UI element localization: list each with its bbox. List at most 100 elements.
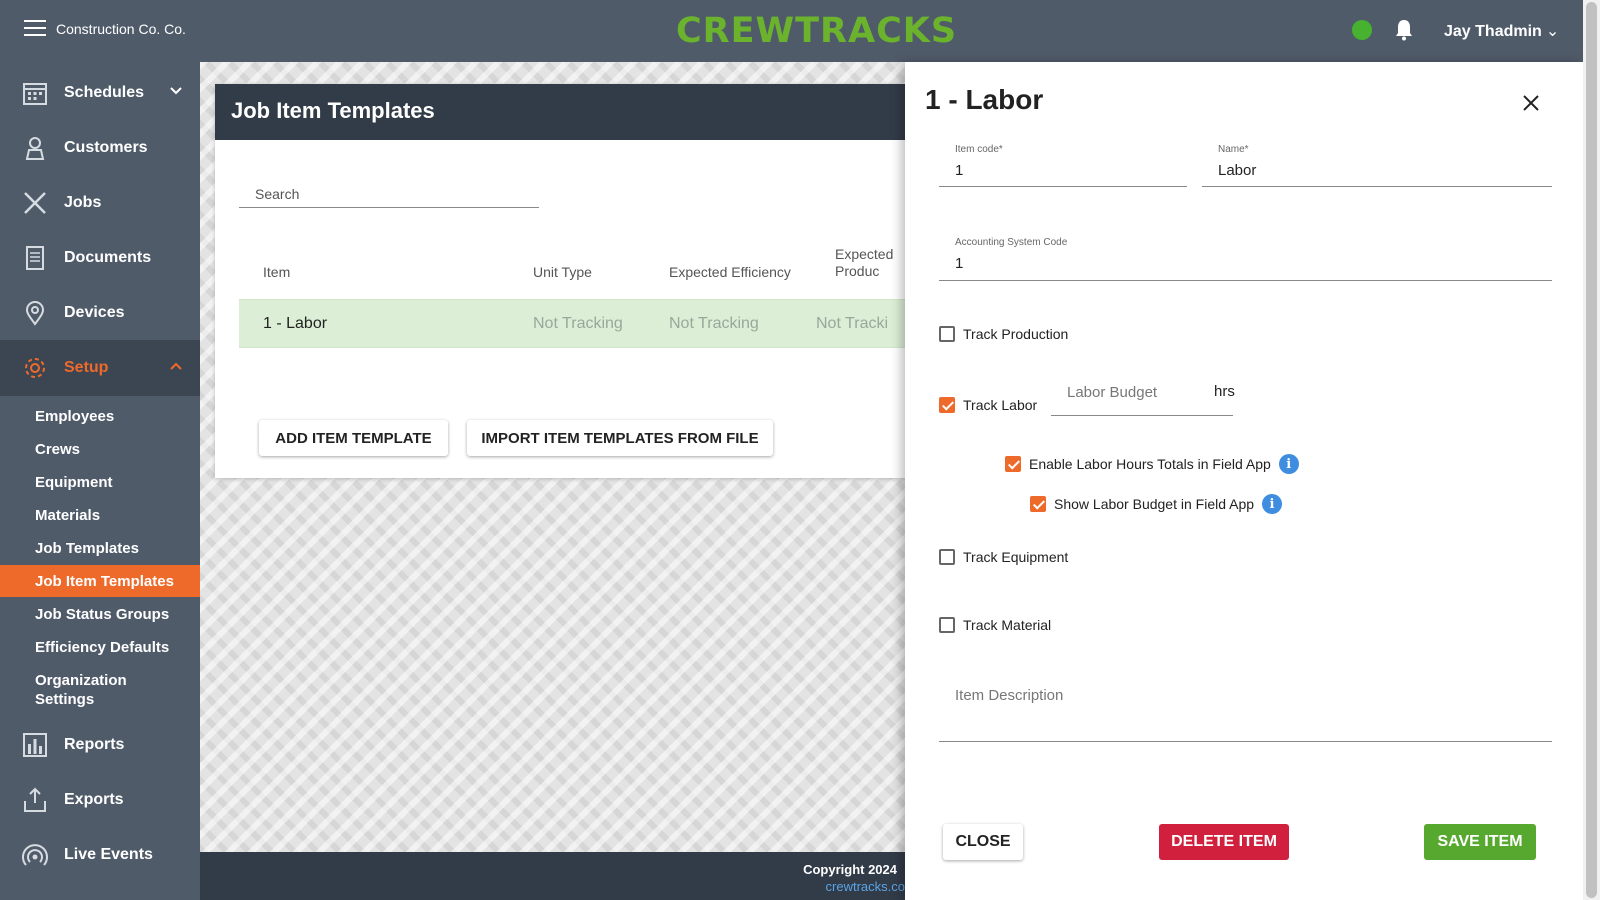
info-icon[interactable]: i (1262, 494, 1283, 514)
item-code-field[interactable]: Item code* 1 (939, 134, 1187, 187)
table-row[interactable]: 1 - Labor Not Tracking Not Tracking Not … (239, 299, 905, 348)
sidebar-item-label: Exports (64, 791, 124, 808)
sidebar-item-label: Reports (64, 736, 125, 753)
sidebar-subitem-job-templates[interactable]: Job Templates (0, 532, 200, 564)
sidebar-item-setup[interactable]: Setup (0, 340, 200, 396)
item-code-label: Item code* (955, 144, 1003, 155)
chevron-down-icon (170, 87, 182, 95)
track-labor-checkbox[interactable]: Track Labor (939, 397, 1037, 413)
copyright-text: Copyright 2024 (803, 862, 897, 877)
show-labor-budget-checkbox[interactable]: Show Labor Budget in Field App i (1030, 494, 1283, 514)
sidebar-item-label: Setup (64, 359, 109, 376)
sidebar-item-label: Customers (64, 139, 148, 156)
info-icon[interactable]: i (1278, 454, 1299, 474)
crewtracks-logo: CREWTRACKS (676, 11, 958, 51)
cell-expected-production: Not Tracki (816, 315, 889, 332)
broadcast-icon (22, 844, 48, 866)
job-item-templates-card: Job Item Templates Search Item Unit Type… (215, 84, 905, 478)
close-button[interactable]: CLOSE (943, 824, 1023, 860)
cell-expected-efficiency: Not Tracking (669, 315, 759, 332)
track-material-label: Track Material (963, 617, 1052, 633)
drawer-title: 1 - Labor (925, 84, 1044, 115)
track-material-checkbox[interactable]: Track Material (939, 617, 1051, 633)
footer: Copyright 2024 crewtracks.co (200, 852, 905, 900)
import-item-templates-button[interactable]: IMPORT ITEM TEMPLATES FROM FILE (467, 420, 773, 456)
sidebar-item-label: Live Events (64, 846, 153, 863)
accounting-system-code-value: 1 (955, 255, 964, 272)
delete-item-button[interactable]: DELETE ITEM (1159, 824, 1289, 860)
scrollbar-thumb[interactable] (1586, 2, 1597, 898)
location-pin-icon (25, 301, 45, 326)
sidebar-subitem-employees[interactable]: Employees (0, 400, 200, 432)
customer-icon (25, 137, 45, 160)
column-header-expected-production[interactable]: Expected Produc (835, 246, 905, 290)
sidebar-subitem-job-item-templates[interactable]: Job Item Templates (0, 565, 200, 597)
sidebar-subitem-job-status-groups[interactable]: Job Status Groups (0, 598, 200, 630)
checkbox-unchecked (939, 326, 955, 342)
checkbox-checked (1005, 456, 1021, 472)
sidebar-item-label: Documents (64, 249, 152, 266)
crewtracks-link[interactable]: crewtracks.co (826, 879, 905, 894)
track-equipment-label: Track Equipment (963, 549, 1069, 565)
sidebar-item-documents[interactable]: Documents (0, 230, 200, 286)
add-item-template-button[interactable]: ADD ITEM TEMPLATE (259, 420, 448, 456)
sidebar-item-schedules[interactable]: Schedules (0, 65, 200, 121)
sidebar-item-reports[interactable]: Reports (0, 717, 200, 773)
calendar-icon (23, 83, 47, 105)
sidebar-subitem-crews[interactable]: Crews (0, 433, 200, 465)
sidebar-item-exports[interactable]: Exports (0, 772, 200, 828)
checkbox-unchecked (939, 549, 955, 565)
close-icon[interactable] (1522, 94, 1540, 112)
cell-item: 1 - Labor (263, 315, 328, 332)
checkbox-unchecked (939, 617, 955, 633)
export-icon (24, 787, 46, 812)
company-name: Construction Co. Co. (56, 21, 186, 37)
checkbox-checked (1030, 496, 1046, 512)
labor-budget-input[interactable]: Labor Budget (1051, 364, 1233, 416)
checkbox-checked (939, 397, 955, 413)
item-detail-drawer: 1 - Labor Item code* 1 Name* Labor Accou… (905, 62, 1583, 900)
track-equipment-checkbox[interactable]: Track Equipment (939, 549, 1068, 565)
column-header-unit-type[interactable]: Unit Type (533, 264, 592, 281)
name-value: Labor (1218, 162, 1257, 179)
sidebar-subitem-efficiency-defaults[interactable]: Efficiency Defaults (0, 631, 200, 663)
sidebar-item-jobs[interactable]: Jobs (0, 175, 200, 231)
sidebar-item-live-events[interactable]: Live Events (0, 827, 200, 883)
search-input[interactable]: Search (239, 164, 539, 208)
sidebar-subitem-equipment[interactable]: Equipment (0, 466, 200, 498)
accounting-system-code-label: Accounting System Code (955, 237, 1068, 248)
show-labor-budget-label: Show Labor Budget in Field App (1054, 496, 1255, 512)
track-production-checkbox[interactable]: Track Production (939, 326, 1068, 342)
user-menu[interactable]: Jay Thadmin ⌄ (1444, 21, 1559, 41)
item-description-field[interactable]: Item Description (939, 664, 1552, 742)
top-bar: Construction Co. Co. CREWTRACKS Jay Thad… (0, 0, 1583, 62)
page-scrollbar[interactable] (1583, 0, 1600, 900)
user-name: Jay Thadmin (1444, 23, 1542, 40)
column-header-item[interactable]: Item (263, 264, 290, 281)
gear-icon (25, 358, 45, 378)
item-code-value: 1 (955, 162, 964, 179)
labor-budget-placeholder: Labor Budget (1067, 384, 1158, 401)
table-header: Item Unit Type Expected Efficiency Expec… (239, 246, 905, 294)
accounting-system-code-field[interactable]: Accounting System Code 1 (939, 227, 1552, 281)
bell-icon[interactable] (1394, 19, 1414, 41)
name-field[interactable]: Name* Labor (1202, 134, 1552, 187)
column-header-expected-efficiency[interactable]: Expected Efficiency (669, 264, 791, 281)
item-description-placeholder: Item Description (955, 687, 1064, 704)
enable-labor-hours-totals-checkbox[interactable]: Enable Labor Hours Totals in Field App i (1005, 454, 1299, 474)
track-production-label: Track Production (963, 326, 1069, 342)
name-label: Name* (1218, 144, 1249, 155)
chevron-up-icon (170, 362, 182, 370)
sidebar-item-label: Schedules (64, 84, 145, 101)
menu-icon[interactable] (24, 20, 46, 36)
save-item-button[interactable]: SAVE ITEM (1424, 824, 1536, 860)
sidebar-subitem-materials[interactable]: Materials (0, 499, 200, 531)
sidebar-subitem-organization-settings[interactable]: Organization Settings (0, 668, 160, 712)
sidebar-item-label: Devices (64, 304, 125, 321)
sidebar-item-devices[interactable]: Devices (0, 285, 200, 341)
tools-icon (24, 192, 46, 214)
labor-budget-unit: hrs (1214, 383, 1235, 400)
sidebar-item-customers[interactable]: Customers (0, 120, 200, 176)
document-icon (26, 246, 44, 270)
status-indicator (1352, 20, 1372, 40)
